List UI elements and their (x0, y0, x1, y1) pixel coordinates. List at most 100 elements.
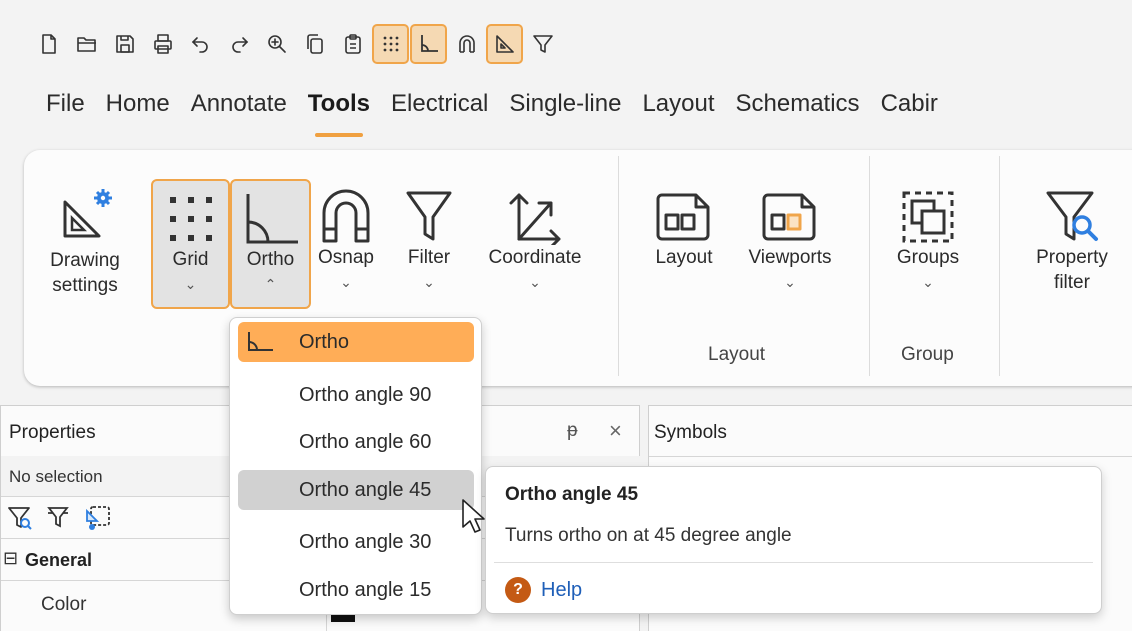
group-group-label: Group (901, 344, 954, 365)
ortho-icon[interactable] (410, 24, 447, 64)
layout-label: Layout (655, 247, 713, 268)
copy-icon[interactable] (296, 24, 333, 64)
ribbon-separator (618, 156, 619, 376)
coordinate-icon (509, 193, 561, 245)
menu-item-label: Ortho angle 15 (299, 579, 432, 601)
new-file-icon[interactable] (30, 24, 67, 64)
ortho-chevron-up-icon[interactable]: ⌃ (232, 272, 309, 297)
ortho-dropdown-menu: Ortho Ortho angle 90 Ortho angle 60 Orth… (229, 317, 482, 615)
menu-item-ortho-angle-15[interactable]: Ortho angle 15 (238, 570, 474, 610)
drawing-settings-button[interactable]: Drawing settings (50, 188, 120, 308)
layout-button[interactable]: Layout (644, 189, 724, 289)
menu-item-ortho[interactable]: Ortho (238, 322, 474, 362)
help-link[interactable]: ? Help (505, 576, 582, 604)
close-icon[interactable]: × (609, 418, 622, 444)
filter-icon (406, 191, 452, 241)
grid-chevron-down-icon[interactable]: ⌄ (153, 272, 228, 297)
filter-chevron-down-icon[interactable]: ⌄ (396, 270, 462, 295)
quick-access-toolbar (30, 22, 562, 66)
osnap-label: Osnap (318, 247, 374, 268)
menu-home[interactable]: Home (106, 90, 170, 130)
ortho-label: Ortho (246, 249, 295, 270)
undo-icon[interactable] (182, 24, 219, 64)
general-section-label: General (25, 550, 93, 570)
open-folder-icon[interactable] (68, 24, 105, 64)
properties-toolbar (7, 502, 113, 534)
menu-cabinet[interactable]: Cabir (881, 90, 938, 130)
menu-item-ortho-angle-60[interactable]: Ortho angle 60 (238, 422, 474, 462)
menu-item-ortho-angle-90[interactable]: Ortho angle 90 (238, 375, 474, 415)
collapse-icon[interactable]: ⊟ (3, 548, 18, 569)
grid-icon[interactable] (372, 24, 409, 64)
drawing-settings-label-2: settings (52, 275, 118, 296)
quick-select-icon[interactable] (83, 505, 113, 531)
menu-item-label: Ortho angle 45 (299, 479, 432, 501)
grid-button[interactable]: Grid ⌄ (151, 179, 230, 309)
menu-single-line[interactable]: Single-line (509, 90, 621, 130)
menu-annotate[interactable]: Annotate (191, 90, 287, 130)
paste-icon[interactable] (334, 24, 371, 64)
print-icon[interactable] (144, 24, 181, 64)
symbols-title: Symbols (654, 422, 727, 443)
save-icon[interactable] (106, 24, 143, 64)
ortho-icon (248, 332, 273, 351)
drawing-settings-label: Drawing (50, 250, 120, 271)
color-property-label: Color (41, 594, 87, 615)
osnap-button[interactable]: Osnap ⌄ (313, 189, 379, 309)
redo-icon[interactable] (220, 24, 257, 64)
grid-label: Grid (172, 249, 209, 270)
layout-icon (656, 193, 710, 241)
menu-electrical[interactable]: Electrical (391, 90, 488, 130)
mouse-cursor-icon (462, 499, 485, 533)
property-filter-button[interactable]: Property filter (1020, 189, 1124, 309)
tooltip-divider (494, 562, 1093, 563)
filter-search-icon[interactable] (7, 505, 33, 531)
menu-bar: File Home Annotate Tools Electrical Sing… (46, 90, 938, 137)
filter-icon[interactable] (524, 24, 561, 64)
property-filter-label-2: filter (1054, 272, 1090, 293)
ribbon-separator (999, 156, 1000, 376)
coordinate-button[interactable]: Coordinate ⌄ (473, 189, 597, 309)
help-label: Help (541, 578, 583, 601)
groups-label: Groups (896, 247, 960, 268)
menu-item-ortho-angle-30[interactable]: Ortho angle 30 (238, 522, 474, 562)
drawing-settings-icon (63, 189, 112, 238)
menu-schematics[interactable]: Schematics (736, 90, 860, 130)
filter-button[interactable]: Filter ⌄ (396, 189, 462, 309)
zoom-icon[interactable] (258, 24, 295, 64)
viewports-label: Viewports (748, 247, 832, 268)
menu-item-label: Ortho (299, 331, 350, 353)
menu-item-ortho-angle-45[interactable]: Ortho angle 45 (238, 470, 474, 510)
groups-button[interactable]: Groups ⌄ (888, 189, 968, 309)
osnap-icon (322, 189, 370, 243)
osnap-chevron-down-icon[interactable]: ⌄ (313, 270, 379, 295)
coordinate-chevron-down-icon[interactable]: ⌄ (473, 270, 597, 295)
menu-item-label: Ortho angle 90 (299, 384, 432, 406)
pin-icon[interactable]: ᵽ (567, 420, 578, 442)
menu-item-label: Ortho angle 30 (299, 531, 432, 553)
menu-layout[interactable]: Layout (642, 90, 714, 130)
coordinate-label: Coordinate (488, 247, 582, 268)
menu-file[interactable]: File (46, 90, 85, 130)
drawing-settings-icon[interactable] (486, 24, 523, 64)
tooltip-description: Turns ortho on at 45 degree angle (505, 525, 792, 546)
groups-chevron-down-icon[interactable]: ⌄ (888, 270, 968, 295)
tooltip: Ortho angle 45 Turns ortho on at 45 degr… (485, 466, 1102, 614)
property-filter-label: Property (1036, 247, 1108, 268)
help-icon: ? (505, 577, 531, 603)
properties-title: Properties (9, 422, 96, 443)
viewports-icon (762, 193, 816, 241)
ortho-button[interactable]: Ortho ⌃ (230, 179, 311, 309)
grid-icon (169, 197, 212, 241)
menu-tools[interactable]: Tools (308, 90, 370, 137)
select-properties-icon[interactable] (45, 505, 71, 531)
ortho-icon (246, 194, 298, 244)
viewports-chevron-down-icon[interactable]: ⌄ (733, 270, 847, 295)
tooltip-title: Ortho angle 45 (505, 484, 639, 505)
viewports-button[interactable]: Viewports ⌄ (733, 189, 847, 309)
osnap-icon[interactable] (448, 24, 485, 64)
menu-item-label: Ortho angle 60 (299, 431, 432, 453)
layout-group-label: Layout (708, 344, 766, 365)
color-swatch (331, 614, 355, 622)
ribbon: Drawing settings Grid ⌄ Ortho ⌃ Osnap ⌄ … (24, 150, 1132, 386)
